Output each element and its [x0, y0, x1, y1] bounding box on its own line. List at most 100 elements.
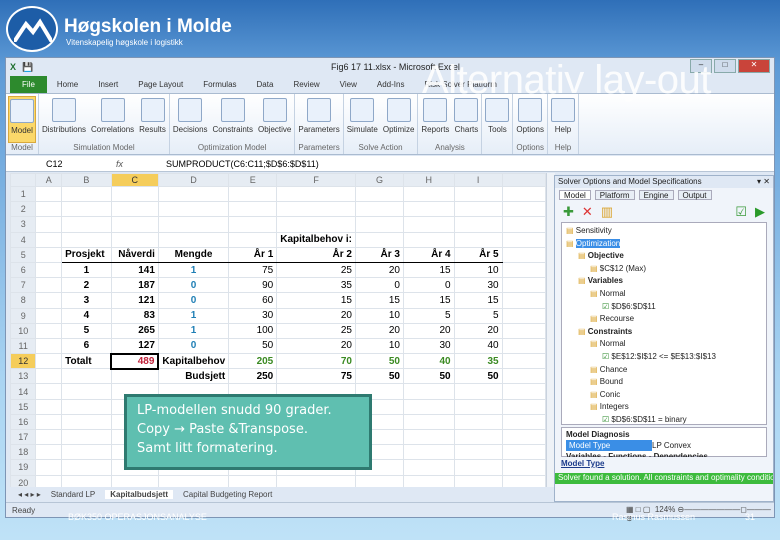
row-header[interactable]: 14 [10, 383, 37, 400]
cell[interactable]: År 4 [402, 246, 455, 263]
constraints-button[interactable]: Constraints [212, 96, 254, 143]
cell[interactable]: 20 [354, 322, 404, 339]
cell[interactable] [453, 383, 503, 400]
row-header[interactable]: 12 [10, 353, 37, 370]
cell[interactable] [61, 368, 112, 385]
solver-tab-model[interactable]: Model [559, 190, 591, 200]
cell[interactable] [35, 337, 63, 355]
reports-button[interactable]: Reports [420, 96, 450, 143]
cell[interactable] [501, 474, 546, 487]
tree-item[interactable]: ▤ Normal [566, 338, 762, 351]
cell[interactable] [157, 185, 230, 203]
column-header[interactable]: I [453, 173, 503, 187]
tree-item[interactable]: ▤ Bound [566, 376, 762, 389]
cell[interactable] [402, 216, 455, 233]
cell[interactable] [402, 201, 455, 218]
cell[interactable]: 2 [61, 277, 112, 294]
cell[interactable] [276, 474, 356, 487]
cell[interactable] [501, 413, 546, 431]
cell[interactable] [35, 185, 63, 203]
cell[interactable]: Prosjekt [61, 246, 112, 263]
tree-item[interactable]: ▤ Sensitivity [566, 225, 762, 238]
row-header[interactable]: 5 [10, 246, 37, 263]
cell[interactable] [501, 444, 546, 461]
cell[interactable] [501, 459, 546, 476]
cell[interactable]: 75 [276, 368, 356, 385]
row-header[interactable]: 3 [10, 216, 37, 233]
cell[interactable]: 5 [61, 322, 112, 339]
row-header[interactable]: 2 [10, 201, 37, 218]
cell[interactable] [276, 201, 356, 218]
cell[interactable] [501, 277, 546, 294]
results-button[interactable]: Results [138, 96, 167, 143]
column-header[interactable]: C [110, 173, 159, 187]
cell[interactable]: 0 [157, 337, 230, 355]
cell[interactable]: År 2 [276, 246, 356, 263]
cell[interactable] [157, 216, 230, 233]
row-header[interactable]: 13 [10, 368, 37, 385]
cell[interactable] [110, 368, 159, 385]
cell[interactable] [35, 292, 63, 309]
cell[interactable] [61, 201, 112, 218]
cell[interactable] [157, 201, 230, 218]
cell[interactable]: 1 [61, 261, 112, 279]
cell[interactable] [501, 398, 546, 415]
cell[interactable]: 15 [453, 292, 503, 309]
model-type-value[interactable]: LP Convex [652, 440, 691, 451]
tab-review[interactable]: Review [283, 80, 329, 89]
tab-formulas[interactable]: Formulas [193, 80, 246, 89]
cell[interactable] [501, 383, 546, 400]
cell[interactable] [35, 383, 63, 400]
cell[interactable] [61, 444, 112, 461]
column-header[interactable]: H [402, 173, 455, 187]
tab-data[interactable]: Data [247, 80, 284, 89]
cell[interactable] [453, 201, 503, 218]
cell[interactable] [354, 474, 404, 487]
cell[interactable]: 50 [354, 353, 404, 370]
cell[interactable] [110, 201, 159, 218]
cell[interactable]: 35 [453, 353, 503, 370]
cell[interactable] [501, 428, 546, 446]
close-button[interactable]: ✕ [738, 59, 770, 73]
cell[interactable] [402, 413, 455, 431]
cell[interactable] [61, 428, 112, 446]
tree-item[interactable]: ▤ Objective [566, 250, 762, 263]
tree-item[interactable]: ▤ Constraints [566, 326, 762, 339]
cell[interactable] [35, 398, 63, 415]
charts-button[interactable]: Charts [453, 96, 479, 143]
solver-tab-output[interactable]: Output [677, 190, 712, 200]
formula-input[interactable]: SUMPRODUCT(C6:C11;$D$6:$D$11) [166, 159, 319, 169]
cell[interactable]: 265 [110, 322, 159, 339]
cell[interactable]: 20 [402, 322, 455, 339]
row-header[interactable]: 15 [10, 398, 37, 415]
cell[interactable]: 35 [276, 277, 356, 294]
column-header[interactable]: F [276, 173, 356, 187]
cell[interactable] [501, 201, 546, 218]
column-header[interactable]: G [354, 173, 404, 187]
cell[interactable]: 489 [110, 352, 160, 370]
solve-icon[interactable]: ▶ [755, 204, 765, 220]
cell[interactable] [110, 474, 159, 487]
cell[interactable] [501, 261, 546, 279]
cell[interactable] [35, 261, 63, 279]
cell[interactable]: 40 [453, 337, 503, 355]
cell[interactable] [501, 185, 546, 203]
tools-button[interactable]: Tools [484, 96, 510, 143]
cell[interactable] [276, 185, 356, 203]
cell[interactable]: 0 [402, 277, 455, 294]
cell[interactable] [35, 231, 63, 248]
tree-item[interactable]: ☑ $D$6:$D$11 [566, 301, 762, 314]
row-header[interactable]: 20 [10, 474, 37, 487]
cell[interactable] [501, 307, 546, 324]
cell[interactable] [157, 231, 230, 248]
cell[interactable] [61, 383, 112, 400]
cell[interactable]: 1 [157, 261, 230, 279]
cell[interactable]: 0 [354, 277, 404, 294]
cell[interactable]: 1 [157, 322, 230, 339]
cell[interactable] [453, 474, 503, 487]
refresh-icon[interactable]: ▥ [601, 204, 613, 220]
cell[interactable]: År 1 [228, 246, 278, 263]
cell[interactable]: 15 [402, 292, 455, 309]
cell[interactable] [35, 413, 63, 431]
cell[interactable]: 90 [228, 277, 278, 294]
